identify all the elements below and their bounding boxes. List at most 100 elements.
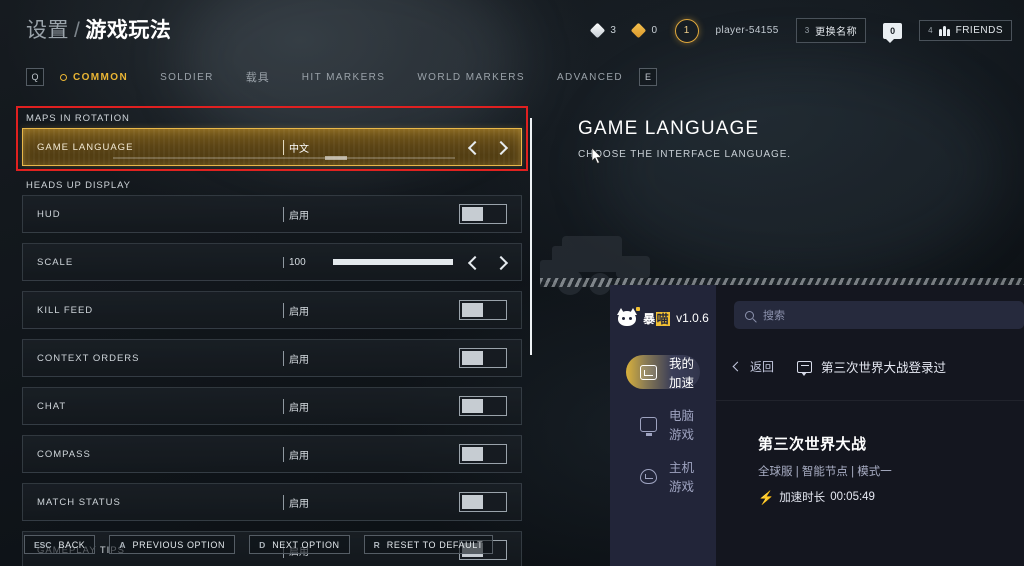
game-language-stepper xyxy=(468,142,521,153)
toggle-knob xyxy=(462,351,483,365)
tab-common-label: COMMON xyxy=(73,71,129,83)
booster-brand: 暴喵 xyxy=(643,310,671,327)
booster-divider xyxy=(716,400,1024,401)
hint-reset-to-default[interactable]: R RESET TO DEFAULT xyxy=(363,535,494,554)
hint-back[interactable]: ESC BACK xyxy=(24,535,96,554)
cat-logo-icon xyxy=(617,307,641,327)
currency-gold-amount: 0 xyxy=(651,25,658,36)
tab-soldier[interactable]: SOLDIER xyxy=(144,72,230,83)
setting-row-chat[interactable]: CHAT 启用 xyxy=(22,387,522,425)
booster-search-field[interactable]: 搜索 xyxy=(734,301,1024,329)
tab-common[interactable]: COMMON xyxy=(44,72,144,83)
chevron-left-icon[interactable] xyxy=(468,257,479,268)
detail-title: GAME LANGUAGE xyxy=(578,118,760,139)
currency-gold: 0 xyxy=(631,22,658,39)
toggle-knob xyxy=(462,399,483,413)
chevron-right-icon[interactable] xyxy=(496,257,507,268)
player-name: player-54155 xyxy=(715,25,779,36)
chevron-left-icon[interactable] xyxy=(732,361,743,372)
booster-breadcrumb: 返回 第三次世界大战登录过 xyxy=(732,357,1024,376)
toggle-knob xyxy=(462,303,483,317)
setting-row-game-language[interactable]: GAME LANGUAGE 中文 xyxy=(22,128,522,166)
tab-vehicles[interactable]: 载具 xyxy=(230,69,286,85)
hint-next-option[interactable]: D NEXT OPTION xyxy=(249,535,350,554)
hint-back-key: ESC xyxy=(34,539,52,550)
selected-tab-dot-icon xyxy=(60,73,67,81)
gold-diamond-icon xyxy=(631,22,647,39)
booster-nav-my-boost[interactable]: 我的加速 xyxy=(626,355,700,390)
booster-nav-pc-games[interactable]: 电脑游戏 xyxy=(626,407,700,442)
mouse-cursor xyxy=(592,148,603,164)
booster-speed-label: 加速时长 xyxy=(779,492,826,504)
friends-button[interactable]: 4 FRIENDS xyxy=(919,20,1012,41)
setting-value-scale: 100 xyxy=(283,256,319,268)
setting-row-kill-feed[interactable]: KILL FEED 启用 xyxy=(22,291,522,329)
breadcrumb-parent[interactable]: 设置 xyxy=(26,19,69,42)
booster-logo: 暴喵 v1.0.6 xyxy=(610,307,716,327)
tab-hit-markers[interactable]: HIT MARKERS xyxy=(286,72,402,83)
chevron-left-icon[interactable] xyxy=(468,142,479,153)
tab-prev-key[interactable]: Q xyxy=(26,68,44,86)
note-icon xyxy=(797,360,813,376)
toggle-chat[interactable] xyxy=(459,396,507,416)
setting-row-compass[interactable]: COMPASS 启用 xyxy=(22,435,522,473)
background-glow-right xyxy=(600,60,1000,280)
setting-value-match-status: 启用 xyxy=(283,494,319,510)
hint-previous-option[interactable]: A PREVIOUS OPTION xyxy=(109,535,236,554)
booster-nav-console-games-label: 主机游戏 xyxy=(669,461,695,494)
annotation-highlight-box: MAPS IN ROTATION GAME LANGUAGE 中文 xyxy=(16,106,528,171)
setting-value-hud: 启用 xyxy=(283,206,319,222)
messages-button[interactable]: 0 xyxy=(883,22,903,43)
setting-label-match-status: MATCH STATUS xyxy=(37,496,121,508)
tab-advanced[interactable]: ADVANCED xyxy=(541,72,639,83)
tab-next-key[interactable]: E xyxy=(639,68,658,86)
hint-next-option-key: D xyxy=(259,539,266,550)
setting-row-match-status[interactable]: MATCH STATUS 启用 xyxy=(22,483,522,521)
setting-row-context-orders[interactable]: CONTEXT ORDERS 启用 xyxy=(22,339,522,377)
booster-nav-my-boost-label: 我的加速 xyxy=(669,357,695,390)
toggle-knob xyxy=(462,495,483,509)
booster-game-title: 第三次世界大战 xyxy=(758,436,867,453)
toggle-hud[interactable] xyxy=(459,204,507,224)
booster-game-card: 第三次世界大战 全球服 | 智能节点 | 模式一 ⚡ 加速时长 00:05:49 xyxy=(758,433,892,505)
setting-label-hud: HUD xyxy=(37,208,61,220)
rename-button[interactable]: 3 更换名称 xyxy=(795,18,867,43)
rename-key: 3 xyxy=(804,26,810,35)
toggle-match-status[interactable] xyxy=(459,492,507,512)
booster-back-label[interactable]: 返回 xyxy=(750,358,774,375)
hint-reset-label: RESET TO DEFAULT xyxy=(386,539,484,550)
slider-scale[interactable] xyxy=(333,259,453,265)
gamepad-icon xyxy=(640,468,657,484)
breadcrumb: 设置 / 游戏玩法 xyxy=(26,14,171,44)
booster-brand-highlight: 喵 xyxy=(655,311,671,326)
language-track[interactable] xyxy=(113,156,455,160)
monitor-icon xyxy=(640,416,657,432)
toggle-compass[interactable] xyxy=(459,444,507,464)
rename-label: 更换名称 xyxy=(815,27,858,38)
settings-tab-bar: Q COMMON SOLDIER 载具 HIT MARKERS WORLD MA… xyxy=(26,68,658,86)
settings-scrollbar[interactable] xyxy=(530,118,532,355)
group-label-heads-up-display: HEADS UP DISPLAY xyxy=(26,180,131,191)
booster-nav-pc-games-label: 电脑游戏 xyxy=(669,409,695,442)
breadcrumb-current: 游戏玩法 xyxy=(85,19,172,42)
booster-crumb-title: 第三次世界大战登录过 xyxy=(821,361,947,375)
setting-value-game-language: 中文 xyxy=(283,139,319,155)
setting-row-hud[interactable]: HUD 启用 xyxy=(22,195,522,233)
top-right-hud: 3 0 1 player-54155 3 更换名称 0 4 FRIENDS xyxy=(590,18,1012,43)
setting-label-context-orders: CONTEXT ORDERS xyxy=(37,352,140,364)
language-track-marker xyxy=(325,156,348,160)
friends-label: FRIENDS xyxy=(955,25,1003,36)
hint-previous-option-key: A xyxy=(119,539,126,550)
setting-value-kill-feed: 启用 xyxy=(283,302,319,318)
game-booster-overlay: 暴喵 v1.0.6 我的加速 电脑游戏 主机游戏 搜索 返回 第三次世界大战登录… xyxy=(610,285,1024,566)
booster-nav-console-games[interactable]: 主机游戏 xyxy=(626,459,700,494)
toggle-context-orders[interactable] xyxy=(459,348,507,368)
setting-label-kill-feed: KILL FEED xyxy=(37,304,94,316)
toggle-kill-feed[interactable] xyxy=(459,300,507,320)
tab-world-markers[interactable]: WORLD MARKERS xyxy=(401,72,541,83)
setting-value-compass: 启用 xyxy=(283,446,319,462)
chevron-right-icon[interactable] xyxy=(496,142,507,153)
group-label-maps-in-rotation: MAPS IN ROTATION xyxy=(26,113,130,124)
setting-row-scale[interactable]: SCALE 100 xyxy=(22,243,522,281)
booster-main: 搜索 返回 第三次世界大战登录过 第三次世界大战 全球服 | 智能节点 | 模式… xyxy=(716,285,1024,566)
